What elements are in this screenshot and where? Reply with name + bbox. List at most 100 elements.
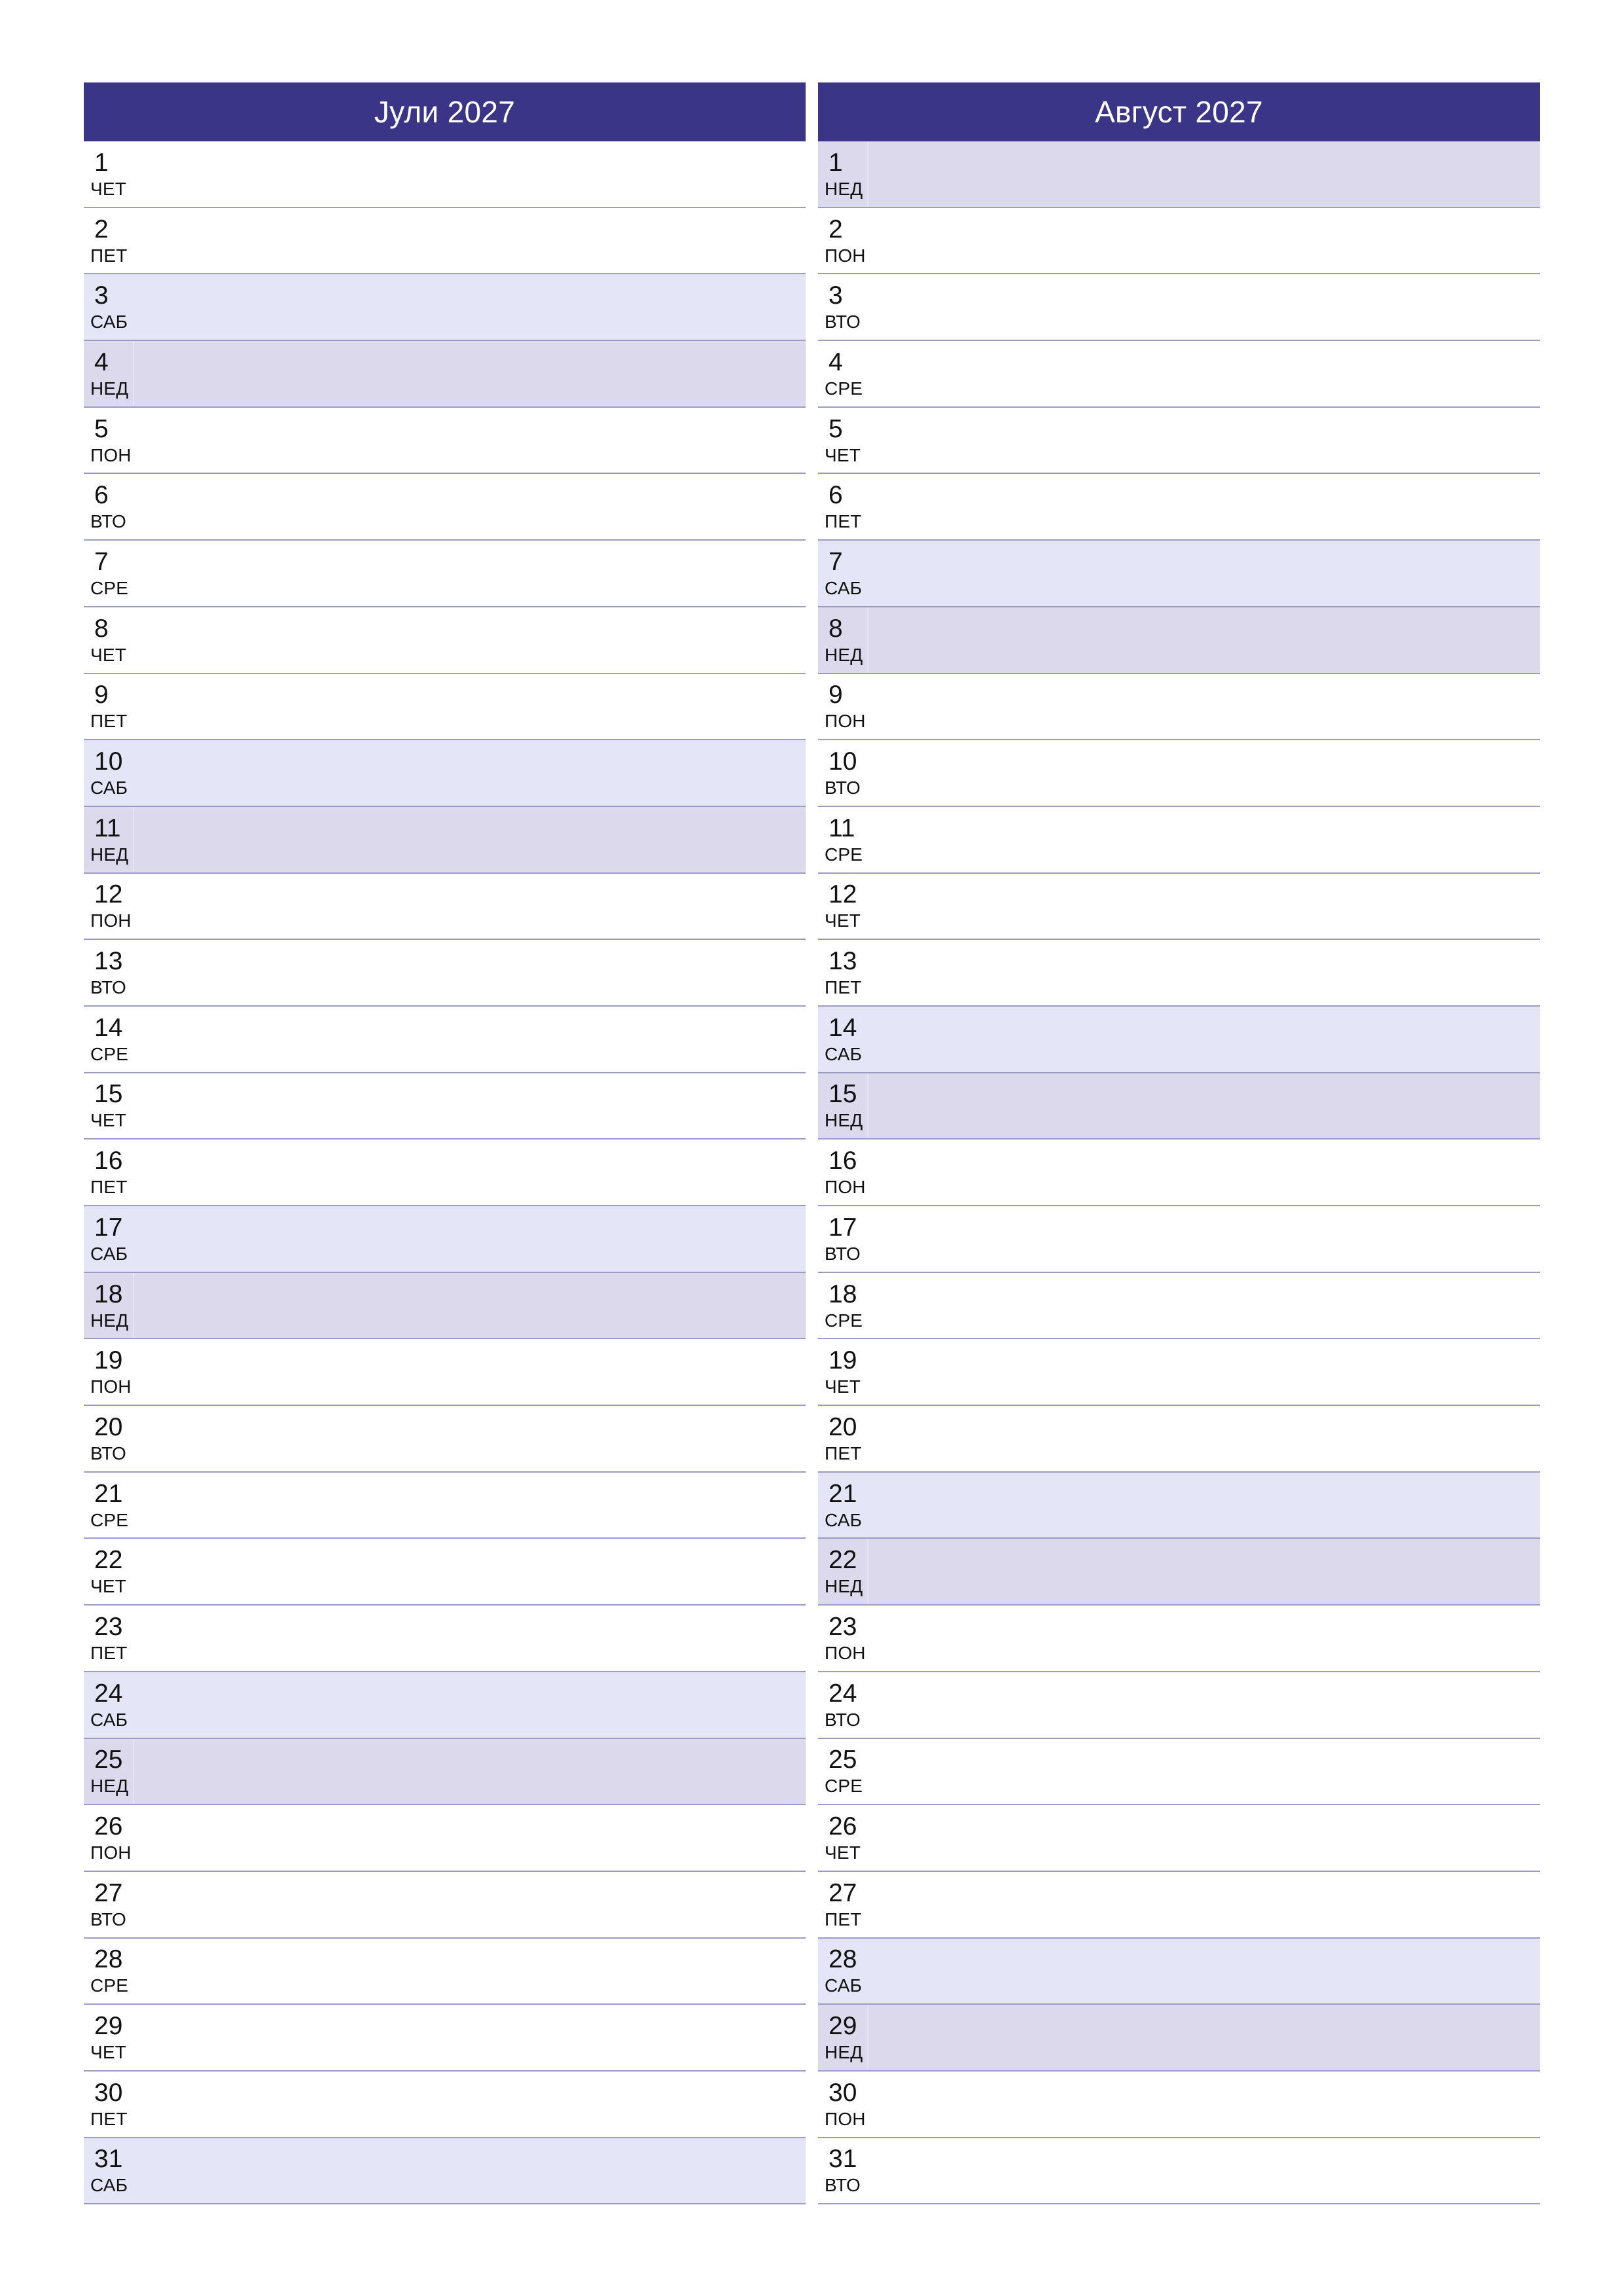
day-note-area[interactable]	[903, 674, 1540, 740]
day-note-area[interactable]	[903, 1073, 1540, 1139]
day-note-area[interactable]	[169, 1939, 806, 2004]
day-note-area[interactable]	[903, 341, 1540, 406]
day-row[interactable]: 2 ПОН	[818, 207, 1540, 275]
day-row[interactable]: 6 ВТО	[84, 474, 806, 541]
day-note-area[interactable]	[169, 874, 806, 939]
day-note-area[interactable]	[903, 1605, 1540, 1671]
day-row[interactable]: 3 САБ	[84, 274, 806, 342]
day-row[interactable]: 22 НЕД	[818, 1539, 1540, 1606]
day-note-area[interactable]	[169, 1539, 806, 1604]
day-row[interactable]: 7 САБ	[818, 541, 1540, 607]
day-note-area[interactable]	[169, 1339, 806, 1405]
day-row[interactable]: 29 НЕД	[818, 2005, 1540, 2072]
day-note-area[interactable]	[903, 2072, 1540, 2137]
day-row[interactable]: 26 ЧЕТ	[818, 1805, 1540, 1872]
day-row[interactable]: 4 НЕД	[84, 341, 806, 408]
day-row[interactable]: 27 ВТО	[84, 1871, 806, 1939]
day-row[interactable]: 20 ПЕТ	[818, 1406, 1540, 1473]
day-note-area[interactable]	[169, 408, 806, 473]
day-row[interactable]: 14 СРЕ	[84, 1006, 806, 1073]
day-note-area[interactable]	[903, 1672, 1540, 1738]
day-row[interactable]: 14 САБ	[818, 1006, 1540, 1073]
day-note-area[interactable]	[169, 1739, 806, 1804]
day-row[interactable]: 19 ЧЕТ	[818, 1339, 1540, 1407]
day-row[interactable]: 21 САБ	[818, 1472, 1540, 1539]
day-note-area[interactable]	[169, 1672, 806, 1738]
day-note-area[interactable]	[169, 1872, 806, 1937]
day-note-area[interactable]	[903, 940, 1540, 1005]
day-row[interactable]: 30 ПЕТ	[84, 2071, 806, 2138]
day-note-area[interactable]	[903, 1739, 1540, 1804]
day-row[interactable]: 6 ПЕТ	[818, 474, 1540, 541]
day-row[interactable]: 8 ЧЕТ	[84, 607, 806, 674]
day-note-area[interactable]	[903, 1007, 1540, 1072]
day-note-area[interactable]	[903, 1273, 1540, 1338]
day-row[interactable]: 16 ПЕТ	[84, 1139, 806, 1206]
day-row[interactable]: 29 ЧЕТ	[84, 2005, 806, 2072]
day-note-area[interactable]	[903, 1872, 1540, 1937]
day-note-area[interactable]	[903, 607, 1540, 673]
day-note-area[interactable]	[169, 1473, 806, 1538]
day-note-area[interactable]	[903, 1406, 1540, 1471]
day-note-area[interactable]	[169, 607, 806, 673]
day-row[interactable]: 17 ВТО	[818, 1206, 1540, 1273]
day-row[interactable]: 10 САБ	[84, 740, 806, 807]
day-note-area[interactable]	[903, 1339, 1540, 1405]
day-row[interactable]: 10 ВТО	[818, 740, 1540, 807]
day-row[interactable]: 11 СРЕ	[818, 806, 1540, 874]
day-row[interactable]: 24 САБ	[84, 1672, 806, 1739]
day-note-area[interactable]	[169, 2005, 806, 2070]
day-row[interactable]: 1 ЧЕТ	[84, 141, 806, 208]
day-note-area[interactable]	[169, 1805, 806, 1871]
day-note-area[interactable]	[903, 541, 1540, 606]
day-note-area[interactable]	[903, 208, 1540, 274]
day-row[interactable]: 19 ПОН	[84, 1339, 806, 1407]
day-row[interactable]: 2 ПЕТ	[84, 207, 806, 275]
day-note-area[interactable]	[169, 474, 806, 539]
day-note-area[interactable]	[169, 1007, 806, 1072]
day-row[interactable]: 28 СРЕ	[84, 1938, 806, 2005]
day-row[interactable]: 31 ВТО	[818, 2138, 1540, 2205]
day-row[interactable]: 23 ПОН	[818, 1605, 1540, 1672]
day-note-area[interactable]	[903, 474, 1540, 539]
day-note-area[interactable]	[903, 1473, 1540, 1538]
day-row[interactable]: 26 ПОН	[84, 1805, 806, 1872]
day-note-area[interactable]	[169, 940, 806, 1005]
day-row[interactable]: 21 СРЕ	[84, 1472, 806, 1539]
day-row[interactable]: 3 ВТО	[818, 274, 1540, 342]
day-row[interactable]: 15 НЕД	[818, 1073, 1540, 1140]
day-row[interactable]: 8 НЕД	[818, 607, 1540, 674]
day-row[interactable]: 25 СРЕ	[818, 1738, 1540, 1806]
day-row[interactable]: 31 САБ	[84, 2138, 806, 2205]
day-note-area[interactable]	[169, 1273, 806, 1338]
day-row[interactable]: 5 ЧЕТ	[818, 407, 1540, 475]
day-note-area[interactable]	[169, 208, 806, 274]
day-row[interactable]: 17 САБ	[84, 1206, 806, 1273]
day-row[interactable]: 27 ПЕТ	[818, 1871, 1540, 1939]
day-note-area[interactable]	[169, 541, 806, 606]
day-row[interactable]: 24 ВТО	[818, 1672, 1540, 1739]
day-note-area[interactable]	[903, 807, 1540, 872]
day-row[interactable]: 7 СРЕ	[84, 541, 806, 607]
day-note-area[interactable]	[169, 674, 806, 740]
day-note-area[interactable]	[903, 2005, 1540, 2070]
day-note-area[interactable]	[903, 141, 1540, 207]
day-note-area[interactable]	[169, 1206, 806, 1272]
day-row[interactable]: 16 ПОН	[818, 1139, 1540, 1206]
day-row[interactable]: 30 ПОН	[818, 2071, 1540, 2138]
day-note-area[interactable]	[903, 1939, 1540, 2004]
day-note-area[interactable]	[169, 1605, 806, 1671]
day-note-area[interactable]	[169, 2072, 806, 2137]
day-note-area[interactable]	[903, 874, 1540, 939]
day-row[interactable]: 25 НЕД	[84, 1738, 806, 1806]
day-note-area[interactable]	[903, 2138, 1540, 2204]
day-row[interactable]: 22 ЧЕТ	[84, 1539, 806, 1606]
day-row[interactable]: 18 СРЕ	[818, 1272, 1540, 1340]
day-row[interactable]: 18 НЕД	[84, 1272, 806, 1340]
day-note-area[interactable]	[903, 1805, 1540, 1871]
day-row[interactable]: 12 ЧЕТ	[818, 873, 1540, 941]
day-note-area[interactable]	[903, 1139, 1540, 1205]
day-note-area[interactable]	[169, 807, 806, 872]
day-note-area[interactable]	[169, 1073, 806, 1139]
day-row[interactable]: 12 ПОН	[84, 873, 806, 941]
